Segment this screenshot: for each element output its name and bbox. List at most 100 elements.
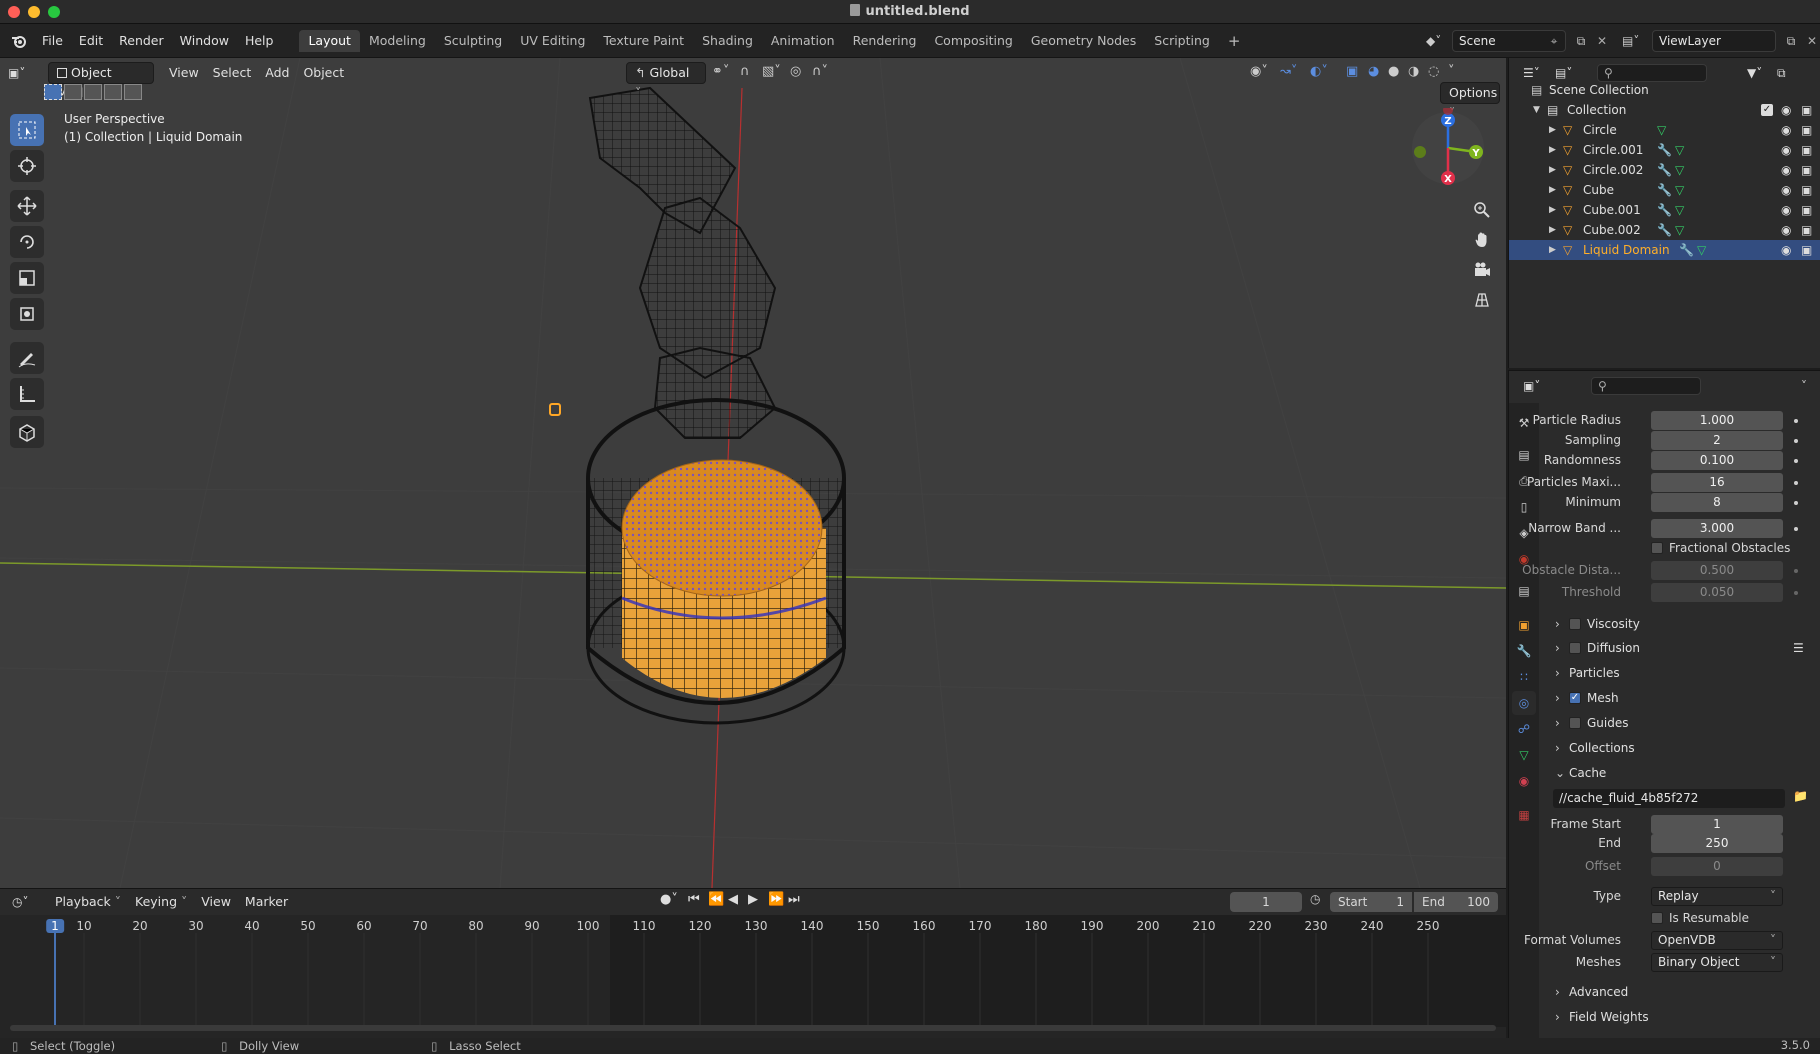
- jump-end-icon[interactable]: ⏭: [788, 892, 808, 907]
- format-volumes-dropdown[interactable]: OpenVDB ˅: [1651, 931, 1783, 950]
- menu-help[interactable]: Help: [237, 30, 282, 52]
- expand-arrow-icon[interactable]: ▶: [1549, 225, 1563, 235]
- render-camera-icon[interactable]: ▣: [1801, 123, 1812, 137]
- particles-panel-header[interactable]: › Particles: [1545, 662, 1817, 684]
- modifier-wrench-icon[interactable]: 🔧: [1657, 143, 1675, 157]
- animate-dot[interactable]: [1794, 501, 1798, 505]
- fractional-obstacles-check[interactable]: [1651, 542, 1663, 554]
- outliner-object-row[interactable]: ▶ ▽ Cube.002 🔧 ▽ ◉ ▣: [1509, 220, 1820, 240]
- animate-dot[interactable]: [1794, 591, 1798, 595]
- properties-editor[interactable]: ▣˅ ⚲ ˅ ⚒ ▤ ⎙ ▯ ◈ ◉ ▤ ▣ 🔧 ∷ ◎ ☍ ▽ ◉ ▦ Par…: [1508, 370, 1820, 1039]
- xray-toggle-icon[interactable]: ▣: [1346, 64, 1368, 79]
- timeline-menu-playback[interactable]: Playback ˅: [48, 891, 128, 913]
- preview-range-icon[interactable]: ◷: [1310, 892, 1326, 906]
- animate-dot[interactable]: [1794, 459, 1798, 463]
- transform-orientation-dropdown[interactable]: ↰ Global ˅: [626, 62, 706, 100]
- tab-uv-editing[interactable]: UV Editing: [511, 30, 594, 52]
- timeline-menu-keying[interactable]: Keying ˅: [128, 891, 194, 913]
- render-camera-icon[interactable]: ▣: [1801, 243, 1812, 257]
- delete-view-layer-icon[interactable]: ✕: [1802, 34, 1820, 48]
- mesh-data-icon[interactable]: ▽: [1697, 243, 1715, 257]
- expand-arrow-icon[interactable]: ▶: [1549, 205, 1563, 215]
- render-camera-icon[interactable]: ▣: [1801, 203, 1812, 217]
- menu-window[interactable]: Window: [172, 30, 237, 52]
- particles-maximum-field[interactable]: 16: [1651, 473, 1783, 492]
- render-camera-icon[interactable]: ▣: [1801, 183, 1812, 197]
- gizmo-z-label[interactable]: Z: [1444, 116, 1451, 127]
- mesh-data-icon[interactable]: ▽: [1675, 223, 1693, 237]
- tab-compositing[interactable]: Compositing: [925, 30, 1021, 52]
- object-mode-dropdown[interactable]: Object Mode ˅: [48, 62, 154, 100]
- expand-arrow-icon[interactable]: ▶: [1549, 185, 1563, 195]
- visibility-eye-icon[interactable]: ◉: [1781, 163, 1791, 177]
- tab-layout[interactable]: Layout: [299, 29, 360, 52]
- outliner-editor-type-icon[interactable]: ☰˅: [1523, 66, 1555, 80]
- outliner-object-row[interactable]: ▶ ▽ Liquid Domain 🔧 ▽ ◉ ▣: [1509, 240, 1820, 260]
- view-layer-icon[interactable]: ▤˅: [1622, 30, 1652, 52]
- delete-scene-icon[interactable]: ✕: [1592, 34, 1612, 48]
- gizmo-toggle-icon[interactable]: ↝˅: [1280, 64, 1310, 79]
- particle-radius-field[interactable]: 1.000: [1651, 411, 1783, 430]
- camera-view-icon[interactable]: [1468, 256, 1496, 284]
- move-tool[interactable]: [10, 190, 44, 222]
- guides-panel-header[interactable]: › Guides: [1545, 712, 1817, 734]
- select-invert-icon[interactable]: [104, 84, 122, 100]
- timeline-menu-marker[interactable]: Marker: [238, 891, 295, 913]
- current-frame-marker[interactable]: 1: [46, 919, 64, 933]
- collapse-arrow-icon[interactable]: ▼: [1533, 105, 1547, 115]
- tab-shading[interactable]: Shading: [693, 30, 762, 52]
- collections-panel-header[interactable]: › Collections: [1545, 737, 1817, 759]
- filter-icon[interactable]: ▼˅: [1747, 66, 1777, 80]
- gizmo-y-label[interactable]: Y: [1471, 148, 1480, 159]
- add-workspace-icon[interactable]: +: [1219, 30, 1250, 52]
- diffusion-checkbox[interactable]: [1569, 642, 1581, 654]
- scale-tool[interactable]: [10, 262, 44, 294]
- viewport-menu-select[interactable]: Select: [206, 62, 259, 84]
- proportional-editing-icon[interactable]: ◎: [790, 64, 812, 79]
- new-collection-icon[interactable]: ⧉: [1777, 66, 1786, 81]
- wireframe-shading-icon[interactable]: ◕: [1368, 64, 1388, 79]
- play-icon[interactable]: ▶: [748, 892, 768, 907]
- render-camera-icon[interactable]: ▣: [1801, 163, 1812, 177]
- pin-icon[interactable]: ⌖: [1544, 34, 1564, 49]
- new-view-layer-icon[interactable]: ⧉: [1780, 34, 1802, 49]
- render-camera-icon[interactable]: ▣: [1801, 223, 1812, 237]
- visibility-eye-icon[interactable]: ◉: [1781, 143, 1791, 157]
- sampling-field[interactable]: 2: [1651, 431, 1783, 450]
- tab-sculpting[interactable]: Sculpting: [435, 30, 511, 52]
- pivot-point-icon[interactable]: ⚭˅: [712, 64, 740, 79]
- meshes-format-dropdown[interactable]: Binary Object ˅: [1651, 953, 1783, 972]
- expand-arrow-icon[interactable]: ▶: [1549, 145, 1563, 155]
- viewport-menu-view[interactable]: View: [162, 62, 206, 84]
- timeline-scrollbar[interactable]: [10, 1025, 1496, 1031]
- cursor-tool[interactable]: [10, 150, 44, 182]
- obstacle-distance-field[interactable]: 0.500: [1651, 561, 1783, 580]
- pan-view-icon[interactable]: [1468, 226, 1496, 254]
- is-resumable-checkbox[interactable]: Is Resumable: [1651, 911, 1749, 925]
- select-intersect-icon[interactable]: [124, 84, 142, 100]
- visibility-eye-icon[interactable]: ◉: [1781, 183, 1791, 197]
- visibility-eye-icon[interactable]: ◉: [1781, 203, 1791, 217]
- menu-edit[interactable]: Edit: [71, 30, 111, 52]
- viewport-menu-add[interactable]: Add: [258, 62, 296, 84]
- mesh-data-icon[interactable]: ▽: [1675, 143, 1693, 157]
- jump-start-icon[interactable]: ⏮: [688, 892, 708, 907]
- rendered-shading-icon[interactable]: ◌: [1428, 64, 1448, 79]
- threshold-field[interactable]: 0.050: [1651, 583, 1783, 602]
- render-camera-icon[interactable]: ▣: [1801, 143, 1812, 157]
- falloff-icon[interactable]: ∩˅: [812, 64, 834, 79]
- modifier-wrench-icon[interactable]: 🔧: [1657, 183, 1675, 197]
- viscosity-panel-header[interactable]: › Viscosity: [1545, 613, 1817, 635]
- expand-arrow-icon[interactable]: ▶: [1549, 245, 1563, 255]
- visibility-eye-icon[interactable]: ◉: [1781, 123, 1791, 137]
- select-box-tool[interactable]: [10, 114, 44, 146]
- expand-arrow-icon[interactable]: ▶: [1549, 165, 1563, 175]
- tab-scripting[interactable]: Scripting: [1145, 30, 1219, 52]
- snap-toggle-icon[interactable]: ∩: [740, 64, 762, 79]
- add-cube-tool[interactable]: [10, 416, 44, 448]
- outliner-object-row[interactable]: ▶ ▽ Circle.002 🔧 ▽ ◉ ▣: [1509, 160, 1820, 180]
- modifier-wrench-icon[interactable]: 🔧: [1657, 203, 1675, 217]
- options-dropdown[interactable]: Options ˅: [1440, 82, 1500, 120]
- new-scene-icon[interactable]: ⧉: [1570, 34, 1592, 49]
- 3d-viewport[interactable]: ▣˅ Object Mode ˅ View Select Add Object …: [0, 58, 1506, 888]
